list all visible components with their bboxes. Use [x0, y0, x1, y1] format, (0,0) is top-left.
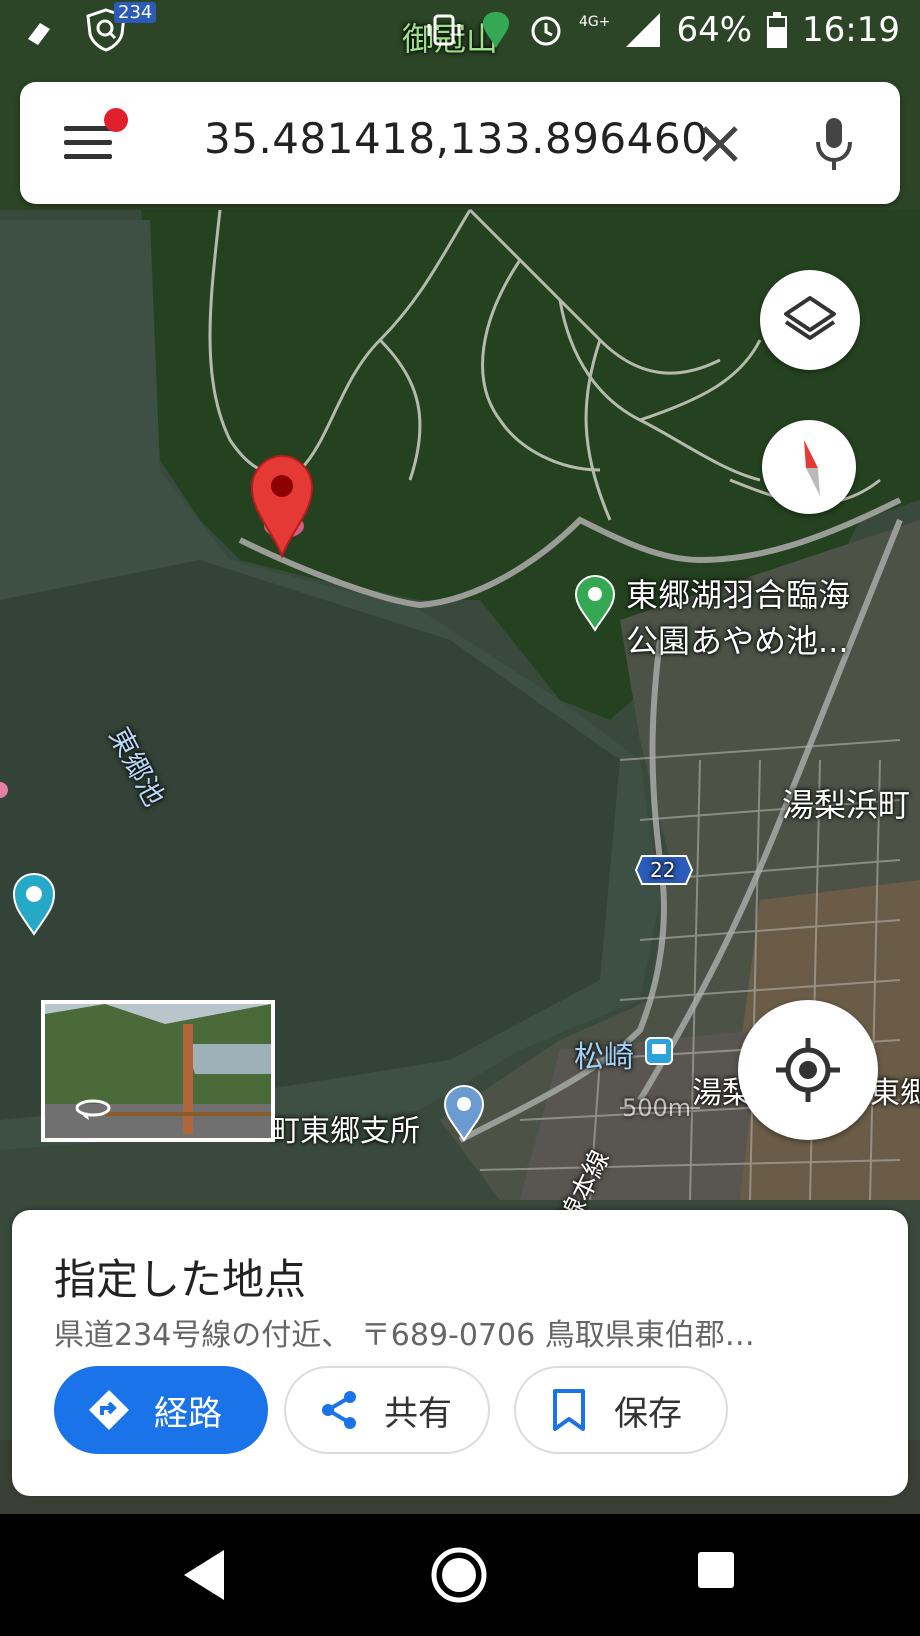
notification-dot — [104, 108, 128, 132]
share-icon — [322, 1391, 356, 1429]
directions-icon — [89, 1390, 129, 1430]
maps-icon — [482, 12, 509, 48]
place-address: 県道234号線の付近、 〒689-0706 鳥取県東伯郡… — [54, 1318, 755, 1353]
layers-button[interactable] — [760, 270, 860, 370]
route-22-label: 22 — [650, 858, 676, 882]
street-view-thumbnail[interactable] — [41, 1000, 275, 1142]
crosshair-icon — [776, 1038, 840, 1102]
scale-label: 500m — [622, 1094, 692, 1122]
system-navigation-bar — [0, 1514, 920, 1636]
park-poi-label-line2: 公園あやめ池... — [626, 622, 849, 660]
app-notification-icon — [28, 23, 50, 45]
share-button[interactable]: 共有 — [284, 1366, 490, 1454]
home-icon[interactable] — [430, 1546, 488, 1604]
layers-icon — [784, 296, 836, 340]
recents-icon[interactable] — [696, 1550, 736, 1590]
place-title: 指定した地点 — [54, 1255, 307, 1304]
rotate-360-icon — [75, 1099, 111, 1120]
share-label: 共有 — [384, 1393, 452, 1434]
park-poi-label-line1: 東郷湖羽合臨海 — [626, 576, 851, 614]
alarm-icon — [531, 16, 561, 46]
route-shield-badge: 234 — [84, 2, 157, 56]
battery-percent: 64% — [676, 10, 753, 50]
my-location-button[interactable] — [738, 1000, 878, 1140]
save-label: 保存 — [614, 1393, 682, 1434]
status-bar: 234 御冠山 4G+ 64% 16:19 — [0, 0, 920, 68]
search-input[interactable]: 35.481418,133.896460 — [204, 114, 708, 163]
mic-icon[interactable] — [812, 114, 856, 174]
directions-label: 経路 — [154, 1393, 222, 1434]
directions-button[interactable]: 経路 — [54, 1366, 268, 1454]
vibrate-icon — [427, 14, 461, 46]
clock: 16:19 — [802, 10, 900, 50]
park-poi-label[interactable]: 東郷湖羽合臨海 公園あやめ池... — [626, 570, 850, 662]
network-type: 4G+ — [578, 14, 611, 30]
branch-office-label[interactable]: 東郷支所 — [300, 1106, 420, 1150]
town-label-yurihama: 湯梨浜町 — [782, 786, 911, 824]
close-icon[interactable] — [692, 116, 748, 172]
signal-icon — [626, 13, 661, 47]
search-bar[interactable]: 35.481418,133.896460 — [20, 82, 900, 204]
compass-button[interactable] — [762, 420, 856, 514]
bookmark-icon — [553, 1389, 585, 1431]
back-icon[interactable] — [180, 1548, 228, 1602]
battery-icon — [767, 12, 788, 48]
save-button[interactable]: 保存 — [514, 1366, 728, 1454]
place-card[interactable]: 指定した地点 県道234号線の付近、 〒689-0706 鳥取県東伯郡… 経路 … — [12, 1210, 908, 1496]
compass-icon — [804, 440, 820, 496]
station-label[interactable]: 松崎 — [574, 1032, 634, 1076]
status-route-number: 234 — [114, 2, 157, 23]
station-icon — [645, 1037, 673, 1065]
